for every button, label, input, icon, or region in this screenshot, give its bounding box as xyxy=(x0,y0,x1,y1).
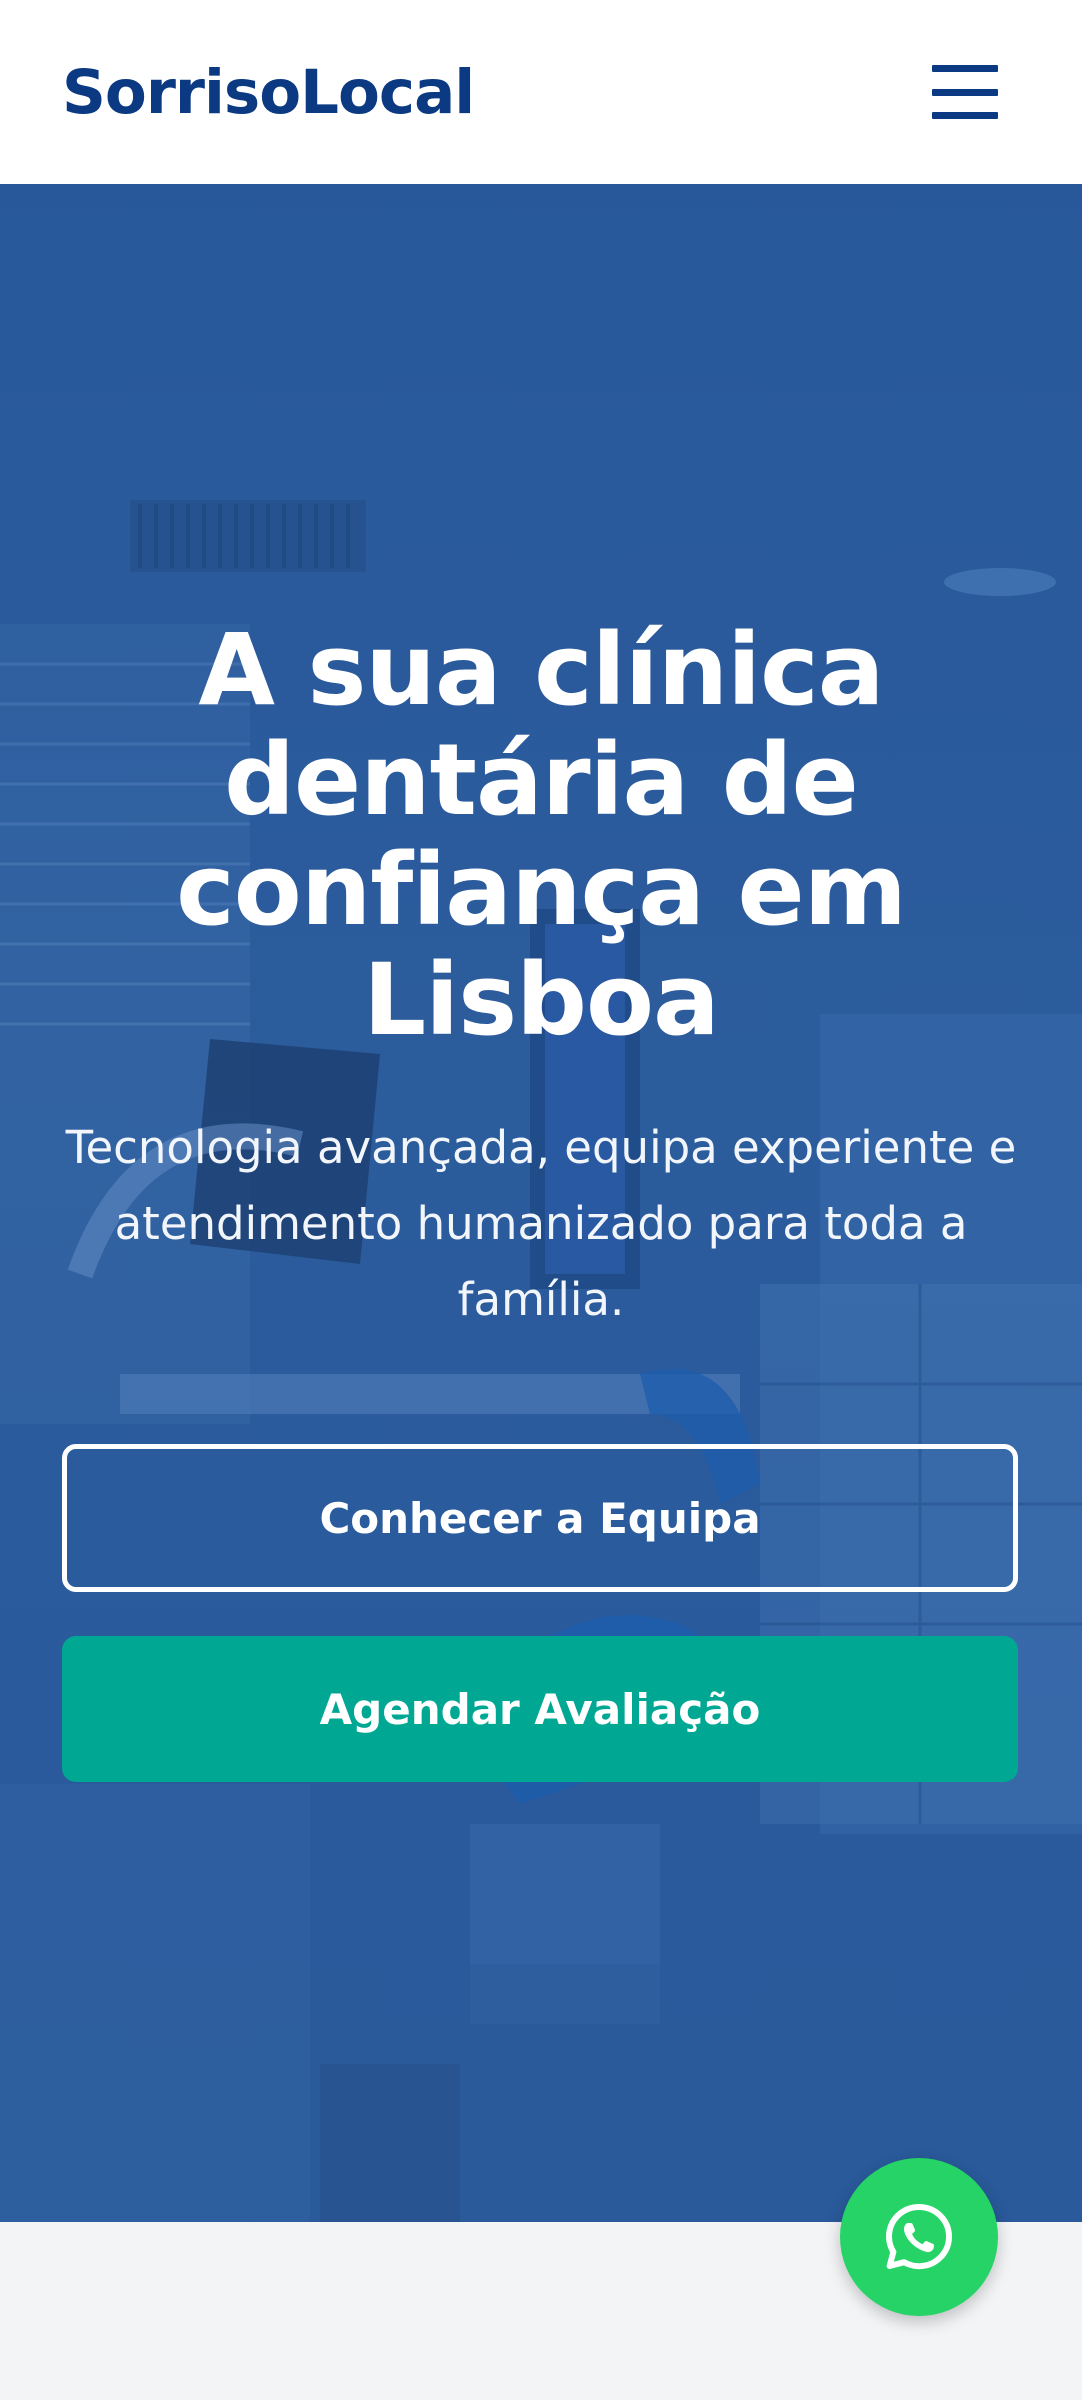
page: SorrisoLocal A sua clínica dentária de c… xyxy=(0,0,1082,2400)
hero-section: A sua clínica dentária de confiança em L… xyxy=(0,184,1082,2222)
brand-logo[interactable]: SorrisoLocal xyxy=(62,57,475,128)
whatsapp-button[interactable] xyxy=(840,2158,998,2316)
whatsapp-icon xyxy=(886,2204,952,2270)
menu-bar xyxy=(932,88,998,96)
hero-title: A sua clínica dentária de confiança em L… xyxy=(176,613,907,1058)
book-evaluation-button[interactable]: Agendar Avaliação xyxy=(62,1636,1018,1782)
site-header: SorrisoLocal xyxy=(0,0,1082,184)
menu-bar xyxy=(932,112,998,119)
menu-bar xyxy=(932,65,998,72)
hamburger-menu-icon[interactable] xyxy=(932,65,998,119)
hero-subtitle: Tecnologia avançada, equipa experiente e… xyxy=(65,1121,1017,1326)
meet-team-button[interactable]: Conhecer a Equipa xyxy=(62,1444,1018,1592)
